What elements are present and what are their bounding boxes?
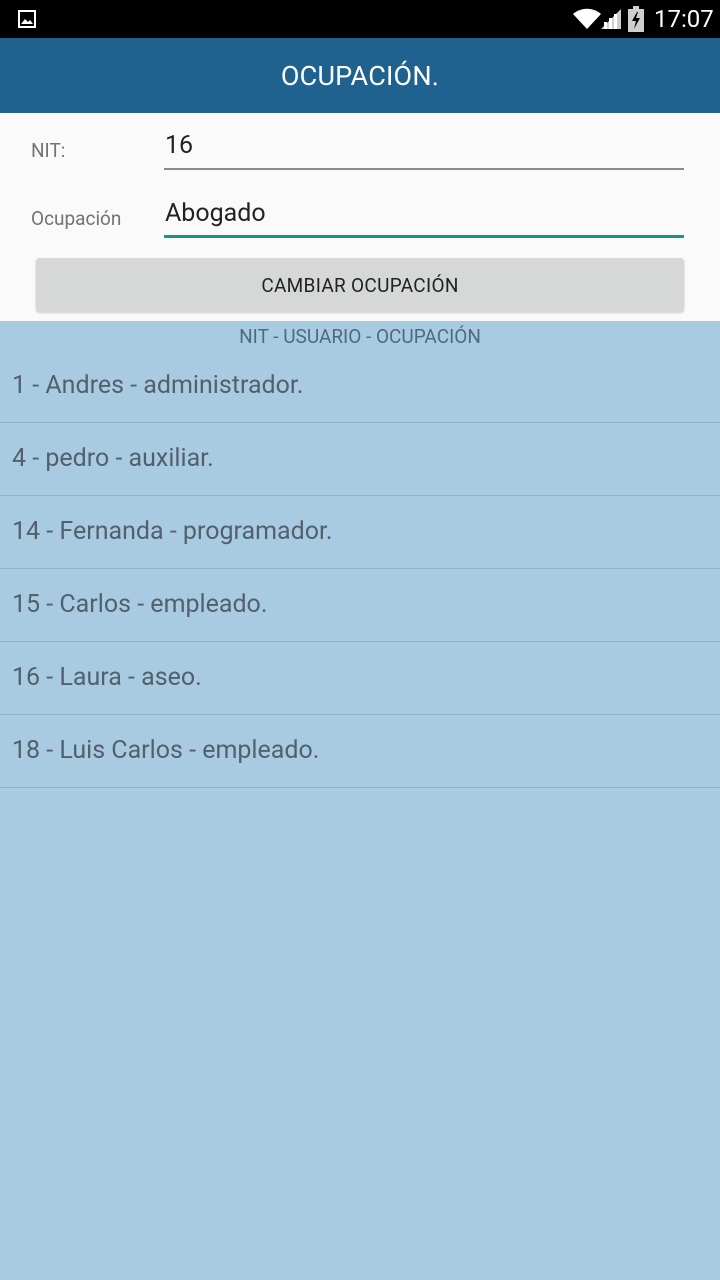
wifi-icon xyxy=(573,8,601,29)
status-bar: 17:07 xyxy=(0,0,720,38)
list-item[interactable]: 16 - Laura - aseo. xyxy=(0,642,720,715)
ocupacion-field-underline xyxy=(164,235,684,238)
user-list: 1 - Andres - administrador. 4 - pedro - … xyxy=(0,350,720,788)
list-header: NIT - USUARIO - OCUPACIÓN xyxy=(239,325,481,348)
nit-field-underline xyxy=(164,168,684,170)
action-bar: OCUPACIÓN. xyxy=(0,38,720,113)
nit-label: NIT: xyxy=(31,139,66,162)
list-item[interactable]: 15 - Carlos - empleado. xyxy=(0,569,720,642)
nit-field[interactable]: 16 xyxy=(164,131,684,160)
list-item[interactable]: 4 - pedro - auxiliar. xyxy=(0,423,720,496)
list-item[interactable]: 14 - Fernanda - programador. xyxy=(0,496,720,569)
list-item[interactable]: 1 - Andres - administrador. xyxy=(0,350,720,423)
occupation-form: NIT: 16 Ocupación Abogado CAMBIAR OCUPAC… xyxy=(0,113,720,321)
ocupacion-field[interactable]: Abogado xyxy=(164,199,684,228)
page-title: OCUPACIÓN. xyxy=(280,59,440,92)
change-occupation-button[interactable]: CAMBIAR OCUPACIÓN xyxy=(36,258,684,312)
status-time: 17:07 xyxy=(654,5,714,33)
ocupacion-label: Ocupación xyxy=(31,207,122,230)
signal-icon xyxy=(601,9,621,29)
list-item[interactable]: 18 - Luis Carlos - empleado. xyxy=(0,715,720,788)
image-notification-icon xyxy=(18,10,36,28)
battery-charging-icon xyxy=(628,6,644,32)
